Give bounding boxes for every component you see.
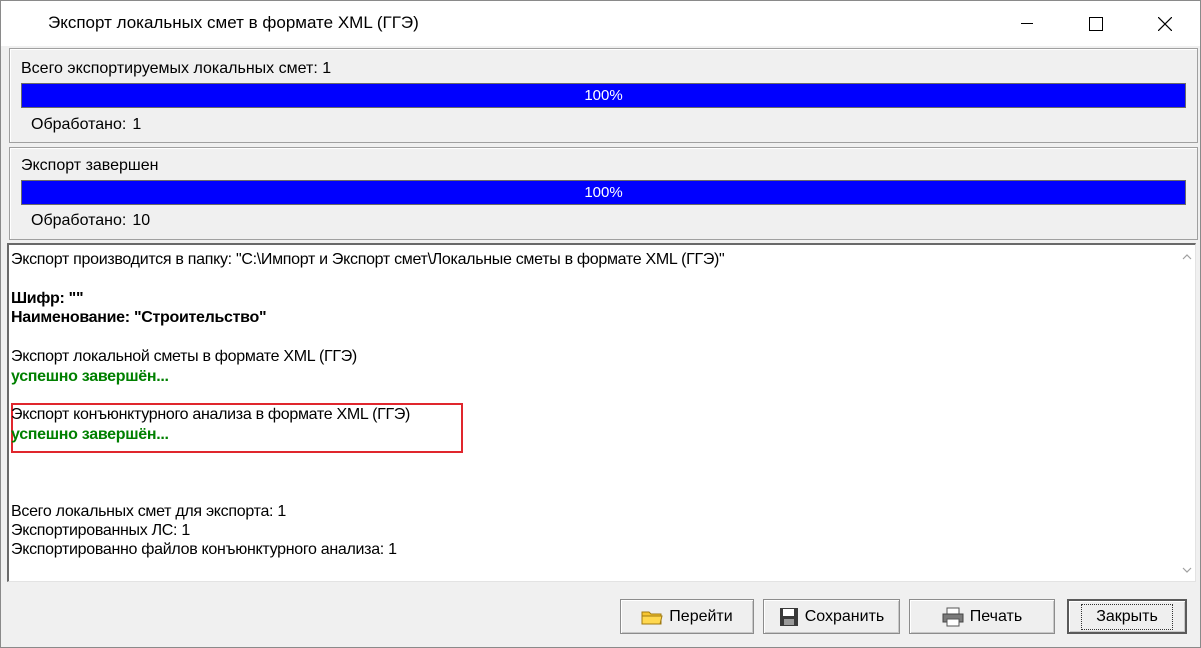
log-market-export-line: Экспорт конъюнктурного анализа в формате…: [11, 406, 411, 423]
log-cipher-line: Шифр: "": [11, 290, 84, 307]
export-status-label: Экспорт завершен: [21, 157, 159, 174]
processed-value: 10: [132, 212, 151, 229]
export-processed: Обработано: 10: [31, 212, 150, 230]
export-progress-bar: 100%: [21, 180, 1186, 205]
maximize-button[interactable]: [1061, 1, 1131, 46]
folder-icon: [641, 608, 663, 626]
chevron-down-icon: [1182, 567, 1191, 573]
save-button[interactable]: Сохранить: [763, 599, 900, 634]
log-folder-line: Экспорт производится в папку: "C:\Импорт…: [11, 251, 725, 268]
log-local-export-status: успешно завершён...: [11, 368, 169, 385]
log-exported-line: Экспортированных ЛС: 1: [11, 522, 190, 539]
scroll-up-button[interactable]: [1178, 248, 1195, 265]
maximize-icon: [1089, 16, 1103, 31]
chevron-up-icon: [1182, 253, 1191, 259]
local-estimates-processed: Обработано: 1: [31, 116, 141, 134]
scroll-down-button[interactable]: [1178, 561, 1195, 578]
log-local-export-line: Экспорт локальной сметы в формате XML (Г…: [11, 348, 357, 365]
print-label: Печать: [969, 607, 1023, 625]
export-status-panel: Экспорт завершен 100% Обработано: 10: [9, 147, 1198, 240]
printer-icon: [942, 607, 964, 627]
minimize-button[interactable]: [992, 1, 1062, 46]
close-label: Закрыть: [1081, 603, 1173, 630]
processed-value: 1: [132, 116, 142, 133]
export-progress-text: 100%: [584, 184, 623, 201]
close-button[interactable]: Закрыть: [1067, 599, 1187, 634]
floppy-disk-icon: [779, 607, 799, 627]
local-estimates-progress-panel: Всего экспортируемых локальных смет: 1 1…: [9, 48, 1198, 143]
close-window-button[interactable]: [1130, 1, 1200, 46]
log-name-line: Наименование: "Строительство": [11, 309, 267, 326]
processed-label: Обработано:: [31, 212, 127, 229]
window-title: Экспорт локальных смет в формате XML (ГГ…: [48, 13, 419, 32]
log-market-files-line: Экспортированно файлов конъюнктурного ан…: [11, 541, 397, 558]
minimize-icon: [1021, 22, 1033, 24]
local-estimates-total-label: Всего экспортируемых локальных смет: 1: [21, 60, 332, 77]
log-total-line: Всего локальных смет для экспорта: 1: [11, 503, 286, 520]
goto-label: Перейти: [669, 607, 733, 625]
save-label: Сохранить: [804, 607, 885, 625]
title-bar: Экспорт локальных смет в формате XML (ГГ…: [1, 1, 1200, 46]
processed-label: Обработано:: [31, 116, 127, 133]
goto-button[interactable]: Перейти: [620, 599, 754, 634]
export-log[interactable]: Экспорт производится в папку: "C:\Импорт…: [7, 243, 1196, 582]
close-icon: [1158, 16, 1172, 31]
log-market-export-status: успешно завершён...: [11, 426, 169, 443]
local-estimates-progress-text: 100%: [584, 87, 623, 104]
export-dialog: Экспорт локальных смет в формате XML (ГГ…: [0, 0, 1201, 648]
log-scrollbar[interactable]: [1178, 245, 1195, 581]
local-estimates-progress-bar: 100%: [21, 83, 1186, 108]
print-button[interactable]: Печать: [909, 599, 1055, 634]
